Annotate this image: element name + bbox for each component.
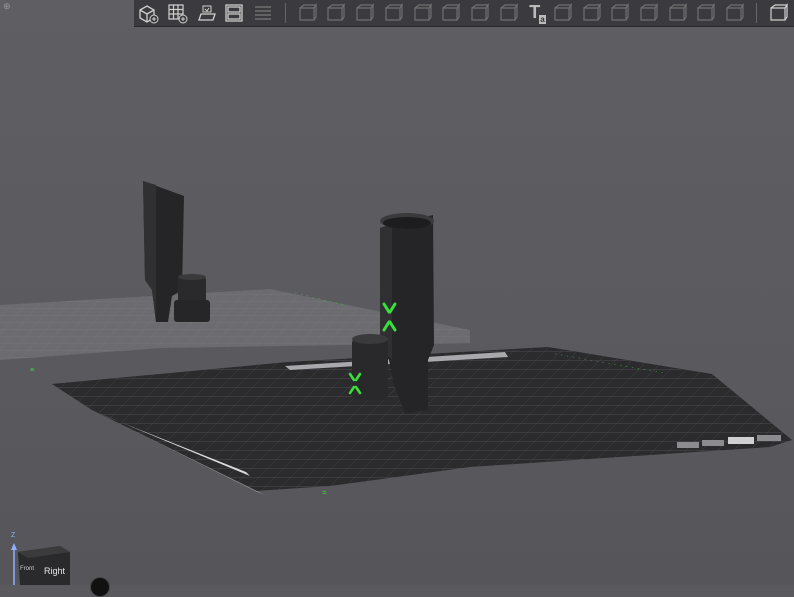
boolean-icon[interactable] <box>550 1 575 25</box>
export-icon[interactable] <box>765 1 790 25</box>
split-icon[interactable] <box>409 1 434 25</box>
viewcube-front-face[interactable]: Front <box>20 566 34 572</box>
arrange-icon[interactable] <box>438 1 463 25</box>
edit-icon[interactable] <box>722 1 747 25</box>
cut-icon[interactable] <box>380 1 405 25</box>
add-cube-icon[interactable] <box>136 1 161 25</box>
plate-marker: ≡ <box>30 367 34 375</box>
3d-viewport[interactable]: = - - - - - - - - - - - - - - - - - - - … <box>0 0 794 597</box>
scene-canvas[interactable]: = - - - - - - - - - - - - - - - - - - - … <box>0 0 794 585</box>
top-toolbar: Ta <box>134 0 794 27</box>
toolbar-separator <box>756 3 758 23</box>
support-icon[interactable] <box>467 1 492 25</box>
text-icon[interactable]: Ta <box>524 1 546 25</box>
import-model-icon[interactable] <box>193 1 218 25</box>
axis-z-label: Z <box>11 532 16 539</box>
svg-text:=: = <box>322 489 327 498</box>
view-cube[interactable] <box>11 543 70 585</box>
viewcube-right-face[interactable]: Right <box>44 566 65 576</box>
collapse-icon[interactable]: ⊕ <box>3 1 13 11</box>
layout-icon[interactable] <box>222 1 247 25</box>
help-circle-icon[interactable] <box>90 577 110 597</box>
toolbar-separator <box>285 3 287 23</box>
scale-icon[interactable] <box>352 1 377 25</box>
rotate-icon[interactable] <box>323 1 348 25</box>
brim-icon[interactable] <box>664 1 689 25</box>
measure-icon[interactable] <box>693 1 718 25</box>
assembly-icon[interactable] <box>578 1 603 25</box>
variable-layer-icon[interactable] <box>636 1 661 25</box>
move-icon[interactable] <box>294 1 319 25</box>
seam-icon[interactable] <box>495 1 520 25</box>
box-icon[interactable] <box>607 1 632 25</box>
list-icon[interactable] <box>251 1 276 25</box>
add-grid-icon[interactable] <box>165 1 190 25</box>
